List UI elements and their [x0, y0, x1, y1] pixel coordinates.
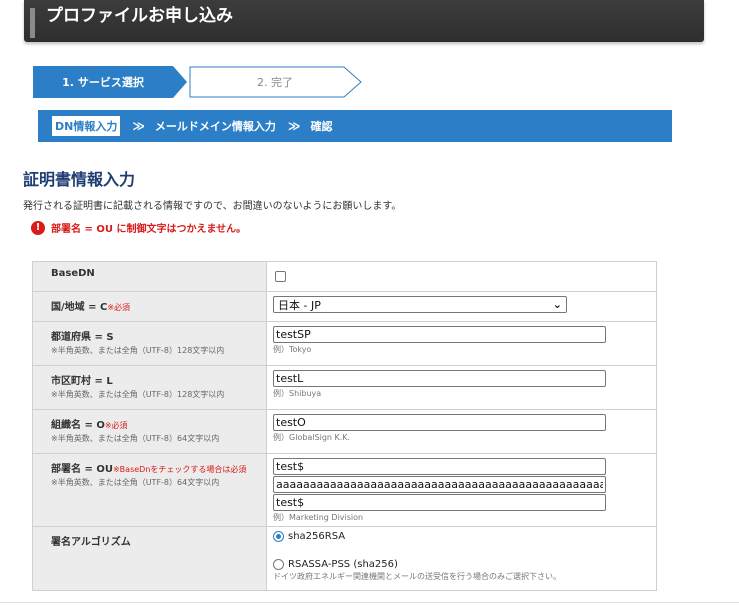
error-icon: ! [31, 220, 45, 235]
label-cell: 組織名 = O※必須 ※半角英数、または全角（UTF-8）64文字以内 [32, 409, 267, 454]
label-cell: 都道府県 = S ※半角英数、または全角（UTF-8）128文字以内 [32, 321, 267, 366]
country-label: 国/地域 = C [51, 302, 108, 313]
label-cell: 国/地域 = C※必須 [32, 291, 267, 322]
value-cell: sha256RSA RSASSA-PSS (sha256) ドイツ政府エネルギー… [266, 526, 657, 591]
value-cell: 例）Tokyo [266, 321, 657, 366]
algorithm-option-sha256rsa[interactable]: sha256RSA [273, 531, 652, 542]
ou-input-2[interactable] [273, 476, 606, 493]
algorithm-note: ドイツ政府エネルギー関連機関とメールの送受信を行う場合のみご選択下さい。 [273, 572, 561, 581]
organization-label: 組織名 = O [51, 420, 105, 431]
row-country: 国/地域 = C※必須 日本 - JP ⌄ [32, 291, 657, 322]
page-title: プロファイルお申し込み [46, 6, 233, 26]
step-complete: 2. 完了 [189, 66, 362, 98]
row-state: 都道府県 = S ※半角英数、または全角（UTF-8）128文字以内 例）Tok… [32, 321, 657, 366]
required-mark: ※必須 [107, 303, 131, 312]
option-label: RSASSA-PSS (sha256) [288, 559, 398, 570]
ou-input-1[interactable] [273, 458, 606, 475]
organization-note: ※半角英数、または全角（UTF-8）64文字以内 [51, 434, 220, 443]
step-label: 1. サービス選択 [62, 76, 144, 89]
header-accent [30, 8, 35, 38]
locality-example: 例）Shibuya [273, 389, 322, 398]
error-text: 部署名 = OU に制御文字はつかえません。 [51, 224, 247, 235]
page-header: プロファイルお申し込み [24, 0, 704, 42]
locality-label: 市区町村 = L [51, 376, 113, 387]
ou-input-3[interactable] [273, 494, 606, 511]
label-cell: 署名アルゴリズム [32, 526, 267, 591]
state-input[interactable] [273, 326, 606, 343]
country-select[interactable]: 日本 - JP ⌄ [273, 296, 567, 313]
value-cell: 日本 - JP ⌄ [266, 291, 657, 322]
value-cell: 例）GlobalSign K.K. [266, 409, 657, 454]
progress-steps: 1. サービス選択 2. 完了 [33, 66, 362, 98]
footer-divider [0, 602, 739, 603]
certificate-form: BaseDN 国/地域 = C※必須 日本 - JP ⌄ 都道府県 = S ※半… [32, 261, 657, 591]
row-organization: 組織名 = O※必須 ※半角英数、または全角（UTF-8）64文字以内 例）Gl… [32, 409, 657, 454]
algorithm-label: 署名アルゴリズム [51, 537, 131, 548]
state-label: 都道府県 = S [51, 332, 114, 343]
required-mark: ※必須 [104, 421, 128, 430]
error-message: ! 部署名 = OU に制御文字はつかえません。 [31, 220, 246, 235]
section-title: 証明書情報入力 [23, 170, 136, 189]
step-service-select: 1. サービス選択 [33, 66, 187, 98]
algorithm-option-rsassa-pss[interactable]: RSASSA-PSS (sha256) [273, 559, 652, 570]
locality-note: ※半角英数、または全角（UTF-8）128文字以内 [51, 390, 225, 399]
chevron-double-right-icon: ≫ [132, 119, 144, 133]
basedn-checkbox[interactable] [275, 271, 286, 282]
subnav-item-confirm: 確認 [310, 120, 333, 133]
ou-example: 例）Marketing Division [273, 513, 364, 522]
step-label: 2. 完了 [257, 76, 293, 89]
subnav-item-mail-domain: メールドメイン情報入力 [154, 120, 276, 133]
organization-example: 例）GlobalSign K.K. [273, 433, 351, 442]
radio-button-selected[interactable] [273, 531, 284, 542]
option-label: sha256RSA [288, 531, 346, 542]
label-cell: BaseDN [32, 261, 267, 292]
locality-input[interactable] [273, 370, 606, 387]
row-basedn: BaseDN [32, 261, 657, 292]
value-cell: 例）Shibuya [266, 365, 657, 410]
state-example: 例）Tokyo [273, 345, 312, 354]
label-cell: 部署名 = OU※BaseDnをチェックする場合は必須 ※半角英数、または全角（… [32, 453, 267, 527]
row-locality: 市区町村 = L ※半角英数、または全角（UTF-8）128文字以内 例）Shi… [32, 365, 657, 410]
chevron-down-icon: ⌄ [552, 297, 562, 311]
ou-note: ※半角英数、または全角（UTF-8）64文字以内 [51, 478, 220, 487]
row-algorithm: 署名アルゴリズム sha256RSA RSASSA-PSS (sha256) ド… [32, 526, 657, 591]
row-ou: 部署名 = OU※BaseDnをチェックする場合は必須 ※半角英数、または全角（… [32, 453, 657, 527]
ou-label: 部署名 = OU [51, 464, 113, 475]
value-cell: 例）Marketing Division [266, 453, 657, 527]
radio-button[interactable] [273, 559, 284, 570]
chevron-double-right-icon: ≫ [287, 119, 300, 133]
state-note: ※半角英数、または全角（UTF-8）128文字以内 [51, 346, 225, 355]
basedn-label: BaseDN [51, 268, 95, 279]
country-selected-value: 日本 - JP [278, 298, 321, 312]
label-cell: 市区町村 = L ※半角英数、または全角（UTF-8）128文字以内 [32, 365, 267, 410]
sub-navigation: DN情報入力 ≫ メールドメイン情報入力 ≫ 確認 [38, 110, 672, 142]
required-mark: ※BaseDnをチェックする場合は必須 [112, 465, 247, 474]
organization-input[interactable] [273, 414, 606, 431]
section-description: 発行される証明書に記載される情報ですので、お間違いのないようにお願いします。 [23, 201, 402, 212]
subnav-item-dn-info: DN情報入力 [52, 116, 121, 136]
value-cell [266, 261, 657, 292]
